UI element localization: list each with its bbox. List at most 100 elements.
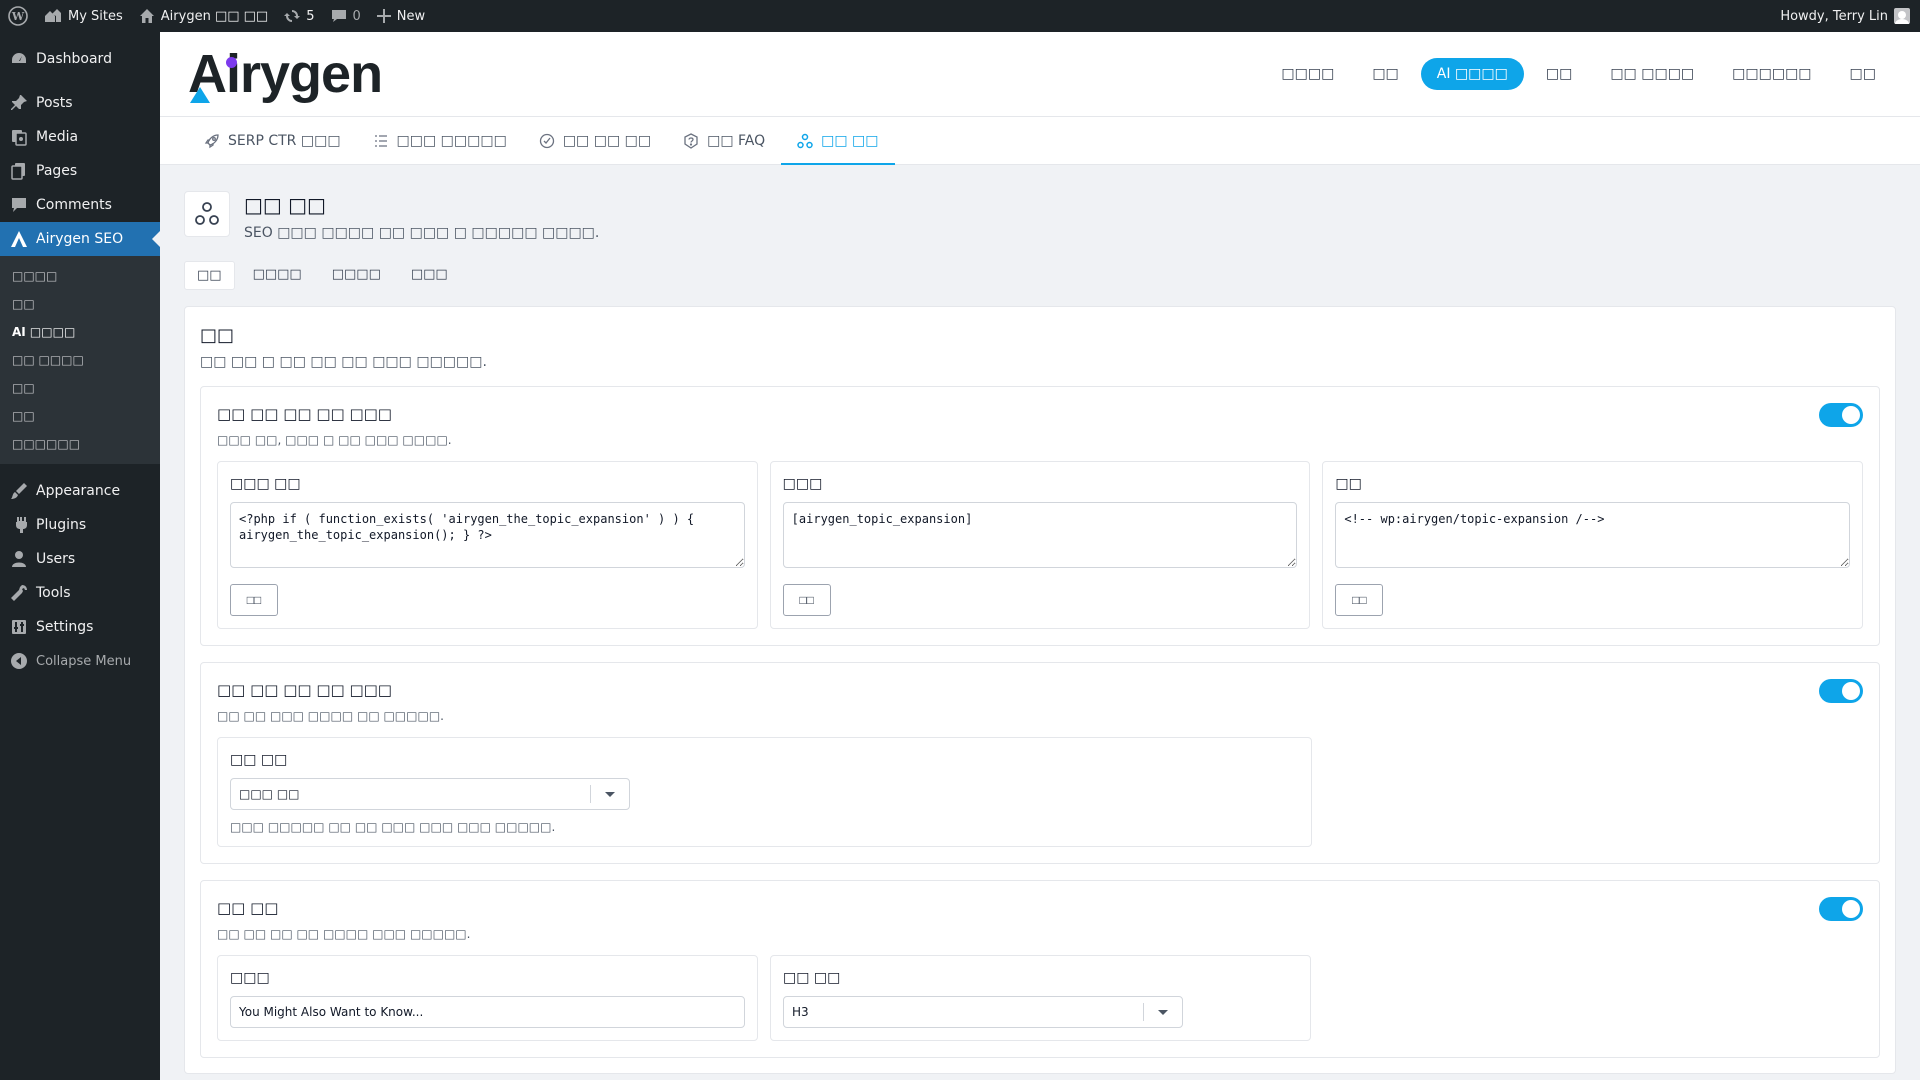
sidebar-item-users[interactable]: Users bbox=[0, 542, 160, 576]
sidebar-item-pages[interactable]: Pages bbox=[0, 154, 160, 188]
manual-insert-toggle[interactable] bbox=[1819, 403, 1863, 427]
auto-insert-card: □□ □□ □□ □□ □□□ □□ □□ □□□ □□□□ □□ □□□□□.… bbox=[200, 662, 1880, 864]
topnav-item[interactable]: □□ bbox=[1356, 58, 1414, 90]
airygen-logo[interactable]: A irygen bbox=[188, 43, 383, 105]
tab-topic-expansion[interactable]: □□ □□ bbox=[781, 117, 895, 165]
settings-icon bbox=[12, 620, 26, 634]
comment-bubble-icon bbox=[331, 10, 346, 22]
admin-bar: W My Sites Airygen □□ □□ 5 0 New Howdy, … bbox=[0, 0, 1920, 32]
sidebar-item-appearance[interactable]: Appearance bbox=[0, 474, 160, 508]
auto-insert-toggle[interactable] bbox=[1819, 679, 1863, 703]
inner-tab-active[interactable]: □□ bbox=[184, 261, 235, 290]
comments-count: 0 bbox=[352, 8, 361, 24]
sidebar-item-media[interactable]: Media bbox=[0, 120, 160, 154]
chevron-down-icon[interactable] bbox=[1144, 1010, 1182, 1015]
sidebar-item-comments[interactable]: Comments bbox=[0, 188, 160, 222]
tab-check[interactable]: □□ □□ □□ bbox=[523, 117, 667, 164]
tab-label: □□ FAQ bbox=[707, 132, 766, 149]
field-label: □□ □□ bbox=[230, 752, 288, 768]
sidebar-item-label: Tools bbox=[36, 585, 71, 601]
tab-label: □□□ □□□□□ bbox=[396, 132, 507, 149]
tab-faq[interactable]: □□ FAQ bbox=[667, 117, 781, 164]
heading-level-box: □□ □□ H3 bbox=[770, 955, 1311, 1041]
card-title: □□ □□ □□ □□ □□□ bbox=[217, 405, 392, 423]
sidebar-item-label: Settings bbox=[36, 619, 94, 635]
topnav-item[interactable]: □□ bbox=[1834, 58, 1892, 90]
inner-tab[interactable]: □□□ bbox=[399, 261, 460, 290]
rocket-icon bbox=[204, 133, 219, 148]
logo-dot-icon bbox=[226, 57, 237, 68]
plugin-header: A irygen □□□□ □□ AI □□□□ □□ □□ □□□□ □□□□… bbox=[160, 32, 1920, 117]
new-label: New bbox=[396, 8, 426, 24]
copy-button[interactable]: □□ bbox=[230, 584, 278, 616]
heading-toggle[interactable] bbox=[1819, 897, 1863, 921]
box-label: □□□ □□ bbox=[230, 476, 301, 492]
chevron-down-icon[interactable] bbox=[591, 792, 629, 797]
sidebar-item-dashboard[interactable]: Dashboard bbox=[0, 42, 160, 76]
inner-tab[interactable]: □□□□ bbox=[320, 261, 393, 290]
account-menu[interactable]: Howdy, Terry Lin bbox=[1772, 0, 1920, 32]
submenu-item[interactable]: □□ bbox=[0, 290, 160, 318]
copy-button[interactable]: □□ bbox=[1335, 584, 1384, 616]
submenu-item[interactable]: □□□□□□ bbox=[0, 430, 160, 458]
site-name-link[interactable]: Airygen □□ □□ bbox=[131, 0, 276, 32]
box-label: □□ bbox=[1335, 476, 1362, 492]
wordpress-logo-icon[interactable]: W bbox=[0, 0, 36, 32]
sidebar-item-posts[interactable]: Posts bbox=[0, 86, 160, 120]
page-description: SEO □□□ □□□□ □□ □□□ □ □□□□□ □□□□. bbox=[244, 225, 600, 241]
question-icon bbox=[684, 132, 698, 149]
submenu-item[interactable]: □□ bbox=[0, 402, 160, 430]
shortcode-field[interactable]: [airygen_topic_expansion] bbox=[782, 502, 1298, 568]
airygen-icon bbox=[11, 231, 27, 247]
avatar bbox=[1894, 8, 1910, 24]
pages-icon bbox=[11, 163, 25, 180]
comments-link[interactable]: 0 bbox=[323, 0, 369, 32]
sidebar-item-label: Comments bbox=[36, 197, 112, 213]
submenu-item[interactable]: □□ bbox=[0, 374, 160, 402]
site-name-label: Airygen □□ □□ bbox=[160, 8, 269, 24]
updates-icon bbox=[284, 10, 301, 22]
sidebar-item-label: Users bbox=[36, 551, 76, 567]
settings-content: □□ □□ SEO □□□ □□□□ □□ □□□ □ □□□□□ □□□□. … bbox=[160, 165, 1920, 1074]
top-navigation: □□□□ □□ AI □□□□ □□ □□ □□□□ □□□□□□ □□ bbox=[1265, 58, 1892, 90]
php-code-field[interactable]: <?php if ( function_exists( 'airygen_the… bbox=[230, 502, 745, 568]
updates-link[interactable]: 5 bbox=[276, 0, 322, 32]
block-box: □□ <!-- wp:airygen/topic-expansion /--> … bbox=[1322, 461, 1864, 629]
appearance-icon bbox=[11, 483, 27, 499]
topnav-item-active[interactable]: AI □□□□ bbox=[1420, 58, 1524, 90]
heading-level-select[interactable]: H3 bbox=[783, 996, 1183, 1028]
home-icon bbox=[139, 9, 154, 23]
copy-button[interactable]: □□ bbox=[782, 584, 831, 616]
topnav-item[interactable]: □□ bbox=[1530, 58, 1588, 90]
topnav-item[interactable]: □□□□□□ bbox=[1716, 58, 1827, 90]
submenu-item[interactable]: □□ □□□□ bbox=[0, 346, 160, 374]
sidebar-item-airygen-seo[interactable]: Airygen SEO bbox=[0, 222, 160, 256]
sidebar-item-tools[interactable]: Tools bbox=[0, 576, 160, 610]
collapse-menu-button[interactable]: Collapse Menu bbox=[0, 644, 160, 678]
logo-text: irygen bbox=[226, 44, 383, 104]
sidebar-item-plugins[interactable]: Plugins bbox=[0, 508, 160, 542]
tab-outline[interactable]: □□□ □□□□□ bbox=[357, 117, 523, 164]
submenu-item-current[interactable]: AI □□□□ bbox=[0, 318, 160, 346]
my-sites-icon bbox=[45, 9, 61, 22]
position-select[interactable]: □□□ □□ bbox=[230, 778, 630, 810]
media-icon bbox=[12, 130, 27, 146]
manual-insert-card: □□ □□ □□ □□ □□□ □□□ □□, □□□ □ □□ □□□ □□□… bbox=[200, 386, 1880, 646]
main-content: A irygen □□□□ □□ AI □□□□ □□ □□ □□□□ □□□□… bbox=[160, 32, 1920, 1080]
heading-text-input[interactable] bbox=[230, 996, 745, 1028]
inner-tab[interactable]: □□□□ bbox=[241, 261, 314, 290]
nodes-icon bbox=[184, 191, 230, 237]
new-content-link[interactable]: New bbox=[369, 0, 433, 32]
pin-icon bbox=[11, 95, 27, 110]
block-code-field[interactable]: <!-- wp:airygen/topic-expansion /--> bbox=[1335, 502, 1851, 568]
my-sites-link[interactable]: My Sites bbox=[36, 0, 131, 32]
sidebar-item-settings[interactable]: Settings bbox=[0, 610, 160, 644]
tab-serp-ctr[interactable]: SERP CTR □□□ bbox=[188, 117, 357, 164]
collapse-menu-label: Collapse Menu bbox=[36, 653, 132, 669]
topnav-item[interactable]: □□ □□□□ bbox=[1594, 58, 1710, 90]
submenu-item[interactable]: □□□□ bbox=[0, 262, 160, 290]
position-row: □□ □□ □□□ □□ □□□ □□□□□ □□ □□ □□□ □□□ □□□… bbox=[217, 737, 1863, 847]
settings-tabs: □□ □□□□ □□□□ □□□ bbox=[184, 261, 1896, 290]
topnav-item[interactable]: □□□□ bbox=[1265, 58, 1350, 90]
list-icon bbox=[374, 134, 387, 147]
